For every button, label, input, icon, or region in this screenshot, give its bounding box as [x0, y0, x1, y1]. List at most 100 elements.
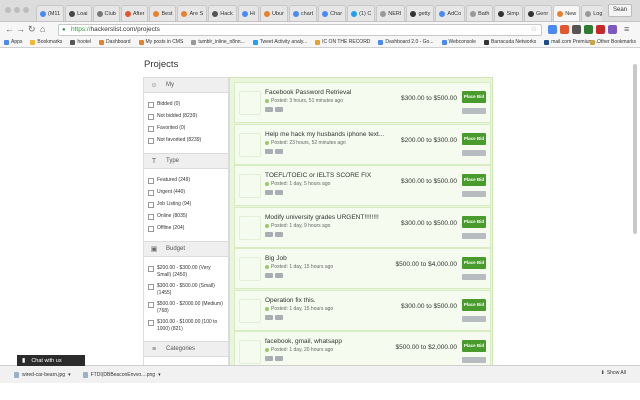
arrow-right-icon[interactable]: → — [16, 24, 25, 35]
project-title[interactable]: Modify university grades URGENT!!!!!!!! — [265, 214, 379, 221]
project-tag[interactable] — [265, 314, 273, 320]
browser-tab[interactable]: Char — [318, 5, 347, 21]
bookmark-item[interactable]: tumblr_inline_n8nn... — [191, 39, 245, 45]
project-tag[interactable] — [265, 190, 273, 195]
place-bid-button[interactable]: Place Bid — [462, 257, 486, 269]
project-title[interactable]: Help me hack my husbands iphone text... — [265, 131, 384, 138]
extension-icon[interactable] — [572, 25, 581, 34]
project-tag[interactable] — [265, 148, 273, 154]
filter-option[interactable]: Urgent (440) — [148, 189, 224, 196]
browser-tab[interactable]: AdCo — [435, 5, 466, 21]
extension-icon[interactable] — [560, 25, 569, 34]
project-tag[interactable] — [265, 107, 273, 112]
project-title[interactable]: Big Job — [265, 255, 287, 262]
browser-tab[interactable]: Bath — [466, 5, 494, 21]
chevron-down-icon[interactable]: ▾ — [158, 372, 161, 378]
browser-tab[interactable]: Are S — [177, 5, 208, 21]
project-card[interactable]: facebook, gmail, whatsapp Posted: 1 day, … — [234, 331, 491, 365]
project-tag[interactable] — [265, 231, 273, 237]
place-bid-button[interactable]: Place Bid — [462, 215, 486, 228]
project-tag[interactable] — [275, 190, 283, 195]
filter-checkbox[interactable] — [148, 126, 154, 132]
filter-checkbox[interactable] — [148, 226, 154, 232]
project-title[interactable]: facebook, gmail, whatsapp — [265, 338, 342, 345]
filter-checkbox[interactable] — [148, 138, 154, 144]
scrollbar[interactable] — [633, 64, 637, 234]
filter-checkbox[interactable] — [148, 284, 154, 290]
project-card[interactable]: Big Job Posted: 1 day, 15 hours ago $500.0… — [234, 248, 491, 289]
bookmark-item[interactable]: My posts in CMS — [138, 39, 183, 45]
filter-checkbox[interactable] — [148, 214, 154, 220]
project-tag[interactable] — [275, 273, 283, 278]
filter-option[interactable]: Favorited (0) — [148, 125, 224, 132]
bookmark-item[interactable]: IC ON THE RECORD — [315, 39, 370, 45]
browser-tab[interactable]: Loai — [65, 5, 92, 21]
place-bid-button[interactable]: Place Bid — [462, 132, 486, 145]
place-bid-button[interactable]: Place Bid — [462, 298, 486, 311]
browser-tab[interactable]: Club — [92, 5, 120, 21]
project-card[interactable]: Modify university grades URGENT!!!!!!!! P… — [234, 206, 491, 248]
project-tag[interactable] — [275, 107, 283, 112]
bookmark-item[interactable]: Webconsole — [441, 39, 476, 45]
filter-option[interactable]: Featured (249) — [148, 177, 224, 184]
project-title[interactable]: TOEFL/TOEIC or IELTS SCORE FIX — [265, 172, 371, 179]
browser-tab[interactable]: Hi — [237, 5, 259, 21]
window-close-button[interactable] — [5, 7, 11, 13]
filter-checkbox[interactable] — [148, 202, 154, 208]
project-tag[interactable] — [275, 314, 283, 320]
filter-option[interactable]: Offline (204) — [148, 225, 224, 232]
filter-checkbox[interactable] — [148, 266, 154, 272]
browser-tab[interactable]: (M11 — [36, 5, 65, 21]
filter-option[interactable]: Bidded (0) — [148, 101, 224, 108]
filter-option[interactable]: Job Listing (94) — [148, 201, 224, 208]
filter-option[interactable]: Not favorited (8239) — [148, 137, 224, 144]
project-card[interactable]: Facebook Password Retrieval Posted: 3 hou… — [234, 82, 491, 123]
project-tag[interactable] — [275, 148, 283, 154]
extension-icon[interactable] — [596, 25, 605, 34]
filter-option[interactable]: $200.00 - $300.00 (Very Small) (2450) — [148, 265, 224, 278]
bookmark-item[interactable]: Bookmarks — [30, 39, 62, 45]
browser-tab[interactable]: Best — [149, 5, 177, 21]
filter-option[interactable]: $300.00 - $500.00 (Small) (1455) — [148, 283, 224, 296]
reload-icon[interactable]: ↻ — [28, 24, 36, 35]
hamburger-menu-icon[interactable]: ≡ — [624, 24, 629, 35]
project-card[interactable]: TOEFL/TOEIC or IELTS SCORE FIX Posted: 1 … — [234, 165, 491, 206]
filter-option[interactable]: Online (8035) — [148, 213, 224, 220]
filter-checkbox[interactable] — [148, 102, 154, 108]
extension-icon[interactable] — [548, 25, 557, 34]
show-all-downloads[interactable]: ⬇ Show All — [601, 370, 626, 376]
other-bookmarks[interactable]: Other Bookmarks — [590, 39, 636, 45]
browser-tab[interactable]: NERI — [376, 5, 406, 21]
place-bid-button[interactable]: Place Bid — [462, 91, 486, 103]
browser-tab[interactable]: Hack — [208, 5, 237, 21]
chat-widget[interactable]: ▮ Chat with us — [17, 355, 85, 366]
project-card[interactable]: Operation fix this. Posted: 1 day, 15 hou… — [234, 289, 491, 331]
filter-checkbox[interactable] — [148, 190, 154, 196]
bookmark-item[interactable]: Apps — [4, 39, 22, 45]
browser-tab[interactable]: New — [553, 5, 581, 21]
project-title[interactable]: Facebook Password Retrieval — [265, 89, 351, 96]
filter-checkbox[interactable] — [148, 114, 154, 120]
browser-tab[interactable]: Genr — [524, 5, 553, 21]
browser-tab[interactable]: chart — [288, 5, 318, 21]
filter-checkbox[interactable] — [148, 178, 154, 184]
filter-checkbox[interactable] — [148, 302, 154, 308]
window-zoom-button[interactable] — [23, 7, 29, 13]
download-item[interactable]: FTDI(DBBeaconEnvvo....png ▾ — [82, 371, 161, 378]
extension-icon[interactable] — [584, 25, 593, 34]
bookmark-item[interactable]: Dashboard — [99, 39, 131, 45]
bookmark-item[interactable]: hootel — [70, 39, 91, 45]
chevron-down-icon[interactable]: ▾ — [68, 372, 71, 378]
arrow-left-icon[interactable]: ← — [5, 24, 14, 35]
star-icon[interactable]: ☆ — [531, 25, 537, 35]
filter-option[interactable]: Not bidded (8239) — [148, 113, 224, 120]
browser-tab[interactable]: After — [120, 5, 149, 21]
project-tag[interactable] — [265, 356, 273, 361]
browser-tab[interactable]: (1) C — [347, 5, 376, 21]
place-bid-button[interactable]: Place Bid — [462, 174, 486, 186]
browser-tab[interactable]: Ubur — [259, 5, 288, 21]
project-card[interactable]: Help me hack my husbands iphone text... P… — [234, 123, 491, 165]
browser-tab[interactable]: getty — [406, 5, 435, 21]
bookmark-item[interactable]: Barracuda Networks — [483, 39, 536, 45]
place-bid-button[interactable]: Place Bid — [462, 340, 486, 352]
